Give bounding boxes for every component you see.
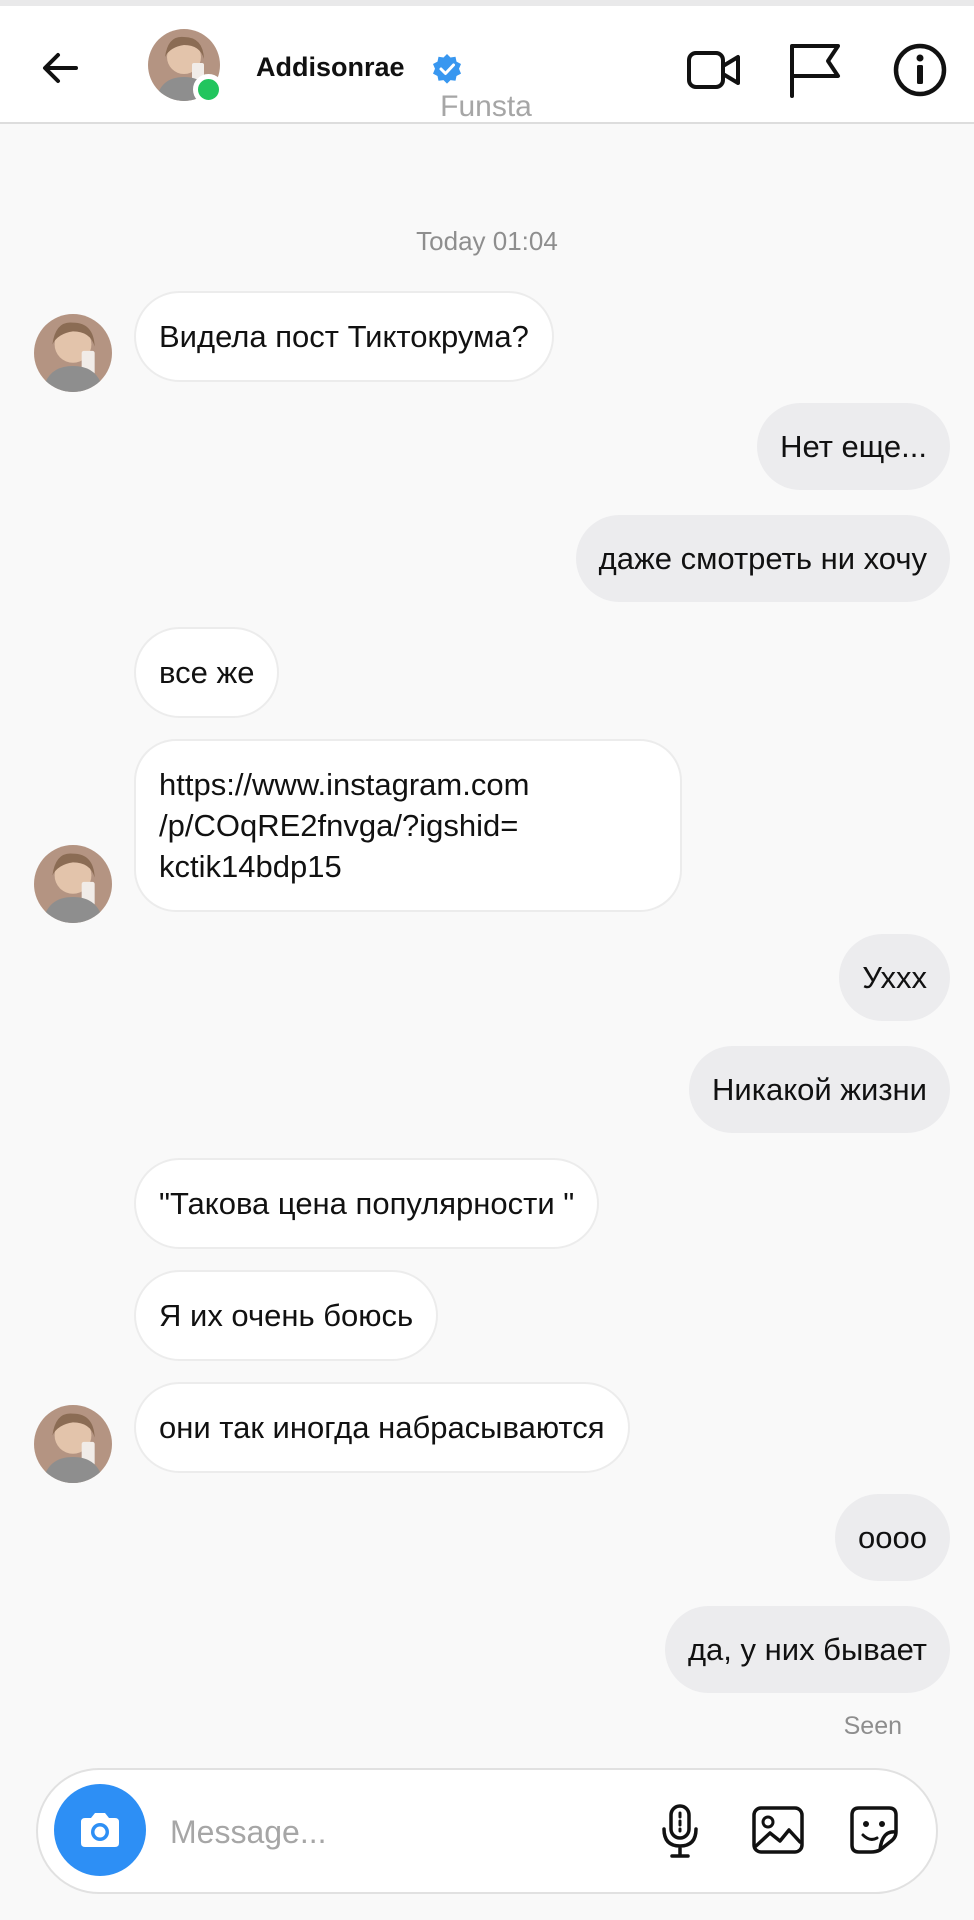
report-flag-icon[interactable] — [784, 40, 844, 100]
sticker-icon[interactable] — [844, 1800, 904, 1860]
message-bubble-sent[interactable]: Нет еще... — [757, 403, 950, 490]
message-bubble-received[interactable]: "Такова цена популярности " — [134, 1158, 600, 1249]
message-bubble-link[interactable]: https://www.instagram.com /p/COqRE2fnvga… — [134, 739, 682, 912]
chat-header: Addisonrae Funsta — [0, 6, 974, 124]
sender-avatar[interactable] — [34, 314, 112, 392]
chat-subtitle: Funsta — [440, 90, 532, 123]
chat-username[interactable]: Addisonrae — [256, 52, 405, 83]
info-icon[interactable] — [890, 40, 950, 100]
message-bubble-received[interactable]: они так иногда набрасываются — [134, 1382, 630, 1473]
message-bubble-sent[interactable]: даже смотреть ни хочу — [575, 515, 950, 602]
message-bubble-sent[interactable]: оооо — [835, 1494, 950, 1581]
message-bubble-sent[interactable]: да, у них бывает — [664, 1606, 950, 1693]
message-bubble-received[interactable]: Я их очень боюсь — [134, 1270, 439, 1361]
message-bubble-received[interactable]: все же — [134, 627, 280, 718]
message-bubble-received[interactable]: Видела пост Тиктокрума? — [134, 291, 554, 382]
sender-avatar[interactable] — [34, 1405, 112, 1483]
online-status-dot — [193, 74, 224, 105]
gallery-icon[interactable] — [748, 1800, 808, 1860]
seen-receipt: Seen — [843, 1712, 902, 1740]
video-call-icon[interactable] — [684, 40, 744, 100]
message-input[interactable] — [170, 1806, 610, 1858]
message-composer — [36, 1768, 938, 1894]
message-bubble-sent[interactable]: Ухxx — [839, 934, 950, 1021]
camera-button[interactable] — [54, 1784, 146, 1876]
microphone-icon[interactable] — [650, 1800, 710, 1860]
back-arrow-icon[interactable] — [36, 44, 84, 92]
verified-badge-icon — [433, 54, 461, 84]
conversation-timestamp: Today 01:04 — [416, 226, 558, 256]
camera-icon — [81, 1813, 119, 1847]
message-bubble-sent[interactable]: Никакой жизни — [689, 1046, 950, 1133]
sender-avatar[interactable] — [34, 845, 112, 923]
